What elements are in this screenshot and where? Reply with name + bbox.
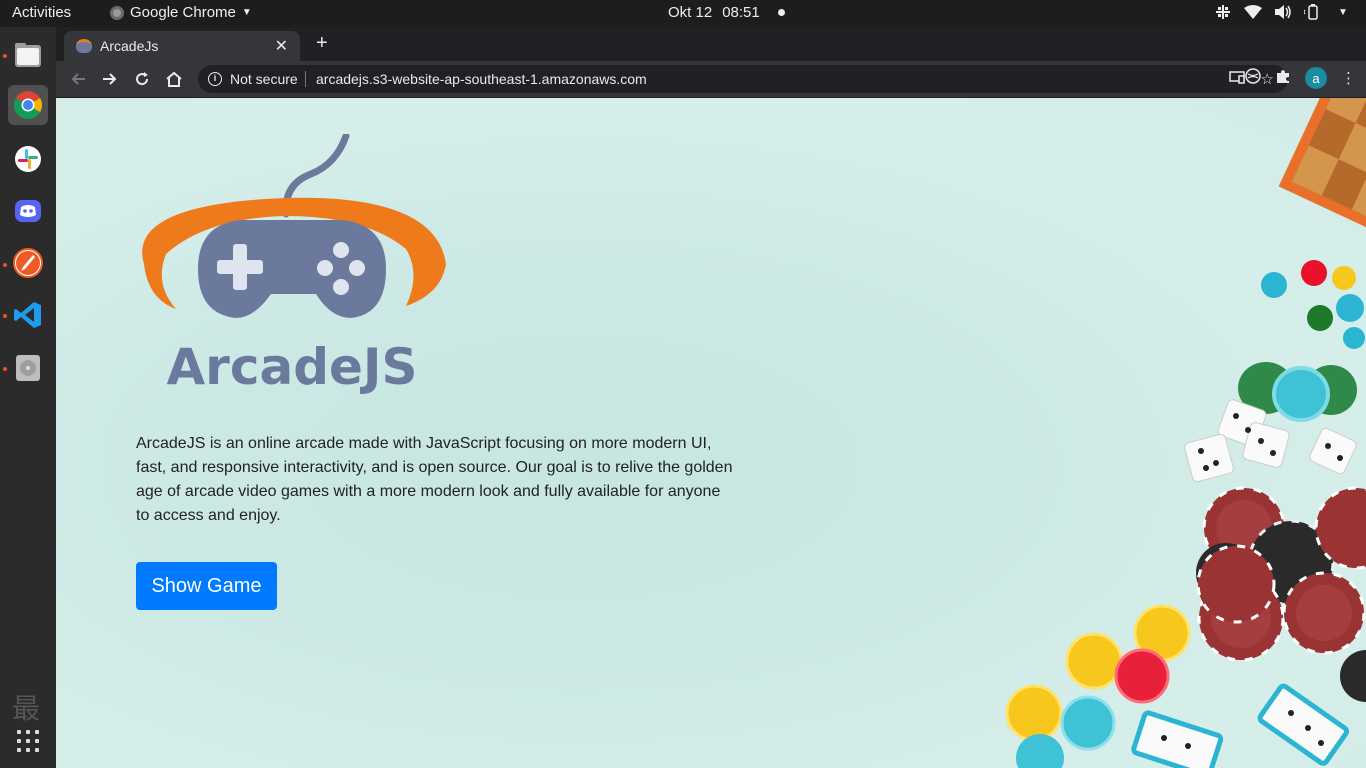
notification-dot-icon: [777, 9, 785, 16]
clock[interactable]: Okt 12 08:51: [668, 4, 785, 21]
extensions-icon[interactable]: [1275, 68, 1291, 88]
postman-icon: [13, 248, 43, 278]
battery-icon[interactable]: [1304, 3, 1322, 21]
running-indicator: [3, 263, 7, 267]
address-bar[interactable]: i Not secure arcadejs.s3-website-ap-sout…: [198, 65, 1288, 93]
info-icon[interactable]: i: [208, 72, 222, 86]
arcadejs-favicon-icon: [76, 39, 92, 53]
home-button[interactable]: [162, 67, 186, 91]
dock-postman[interactable]: [8, 243, 48, 283]
tab-arcadejs[interactable]: ArcadeJs ✕: [64, 31, 300, 61]
slack-icon: [15, 146, 41, 172]
description-text: ArcadeJS is an online arcade made with J…: [136, 435, 733, 524]
dock-chrome[interactable]: [8, 85, 48, 125]
files-icon: [15, 43, 41, 67]
dock-disk[interactable]: [8, 348, 48, 388]
profile-avatar[interactable]: a: [1305, 67, 1327, 89]
extension-puzzle-globe-icon[interactable]: [1245, 68, 1261, 88]
volume-icon[interactable]: [1274, 3, 1292, 21]
menu-kebab-icon[interactable]: ⋮: [1341, 69, 1356, 87]
power-menu-caret-icon[interactable]: ▼: [1334, 3, 1352, 21]
running-indicator: [3, 54, 7, 58]
discord-icon: [15, 200, 41, 222]
tab-title: ArcadeJs: [100, 38, 159, 54]
chrome-mini-icon: [110, 5, 124, 20]
logo-text: ArcadeJS: [166, 338, 417, 394]
running-indicator: [3, 314, 7, 318]
url-text[interactable]: arcadejs.s3-website-ap-southeast-1.amazo…: [316, 71, 647, 87]
dock-vscode[interactable]: [8, 295, 48, 335]
disk-icon: [16, 355, 40, 381]
reload-button[interactable]: [130, 67, 154, 91]
clock-date: Okt 12: [668, 4, 713, 21]
wifi-icon[interactable]: [1244, 3, 1262, 21]
web-page: ArcadeJS ArcadeJS is an online arcade ma…: [56, 98, 1366, 768]
arcadejs-logo: ArcadeJS: [142, 134, 446, 394]
running-indicator: [3, 367, 7, 371]
cast-icon[interactable]: [1228, 70, 1245, 88]
show-applications-icon[interactable]: [17, 730, 39, 752]
activities-button[interactable]: Activities: [12, 4, 71, 21]
show-game-button[interactable]: Show Game: [136, 562, 277, 610]
new-tab-button[interactable]: +: [316, 32, 328, 55]
chrome-icon: [14, 91, 42, 119]
omnibox-divider: [305, 71, 306, 87]
system-tray[interactable]: ▼: [1214, 3, 1352, 21]
close-tab-icon[interactable]: ✕: [275, 36, 288, 56]
dock-ghost-text: 最: [12, 693, 41, 724]
tab-strip: ArcadeJs ✕ +: [56, 27, 1366, 61]
dock: 最: [0, 27, 56, 768]
app-menu-label: Google Chrome: [130, 4, 236, 21]
dock-slack[interactable]: [8, 139, 48, 179]
dock-discord[interactable]: [8, 191, 48, 231]
clock-time: 08:51: [722, 4, 760, 21]
app-menu[interactable]: Google Chrome ▼: [110, 4, 252, 21]
forward-button[interactable]: [98, 67, 122, 91]
network-app-icon[interactable]: [1214, 3, 1232, 21]
security-label[interactable]: Not secure: [230, 71, 298, 87]
dock-files[interactable]: [8, 35, 48, 75]
caret-down-icon: ▼: [241, 7, 252, 18]
board-game-decoration-image: [1005, 98, 1366, 768]
system-top-bar: Activities Google Chrome ▼ Okt 12 08:51 …: [0, 0, 1366, 27]
back-button[interactable]: [66, 67, 90, 91]
browser-toolbar: i Not secure arcadejs.s3-website-ap-sout…: [56, 61, 1366, 98]
vscode-icon: [14, 302, 41, 328]
